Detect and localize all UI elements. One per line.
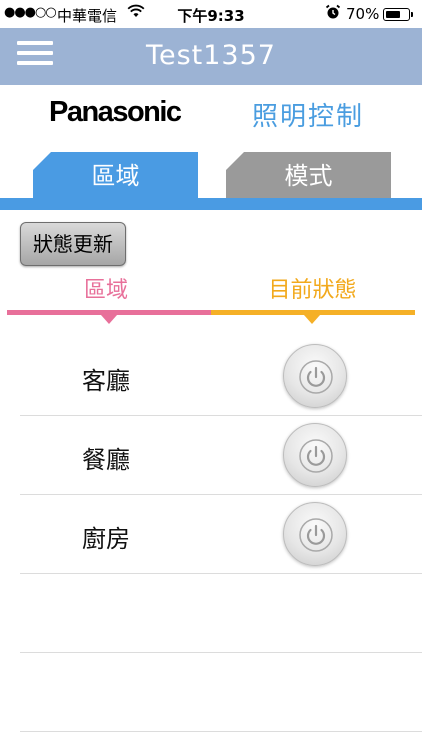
panasonic-logo: Panasonic	[49, 96, 182, 128]
row-area-name: 廚房	[82, 525, 130, 553]
alarm-clock-icon	[325, 4, 341, 24]
tab-area-label: 區域	[91, 162, 140, 190]
status-bar: ●●●○○ 中華電信 下午9:33 70%	[0, 0, 422, 28]
table-row-empty	[20, 653, 422, 732]
power-icon[interactable]	[283, 423, 347, 487]
tab-area[interactable]: 區域	[33, 152, 198, 200]
tab-corner-icon	[33, 152, 51, 170]
tab-mode[interactable]: 模式	[226, 152, 391, 200]
brand-title: 照明控制	[252, 102, 365, 132]
nav-bar: Test1357	[0, 28, 422, 85]
column-header-status: 目前狀態	[268, 278, 357, 303]
refresh-status-button[interactable]: 狀態更新	[20, 222, 126, 266]
column-header-area: 區域	[83, 278, 128, 303]
tab-strip	[0, 198, 422, 210]
power-icon[interactable]	[283, 344, 347, 408]
power-icon[interactable]	[283, 502, 347, 566]
table-row: 餐廳	[20, 416, 422, 495]
table-row: 廚房	[20, 495, 422, 574]
table-row: 客廳	[20, 337, 422, 416]
row-area-name: 客廳	[82, 367, 130, 395]
column-pointer-status-icon	[304, 315, 320, 324]
column-pointer-area-icon	[101, 315, 117, 324]
page-title: Test1357	[146, 40, 276, 71]
battery-percent: 70%	[346, 5, 380, 23]
tab-mode-label: 模式	[284, 162, 333, 190]
battery-icon	[383, 8, 413, 21]
row-area-name: 餐廳	[82, 446, 130, 474]
tab-corner-icon	[226, 152, 244, 170]
table-row-empty	[20, 574, 422, 653]
